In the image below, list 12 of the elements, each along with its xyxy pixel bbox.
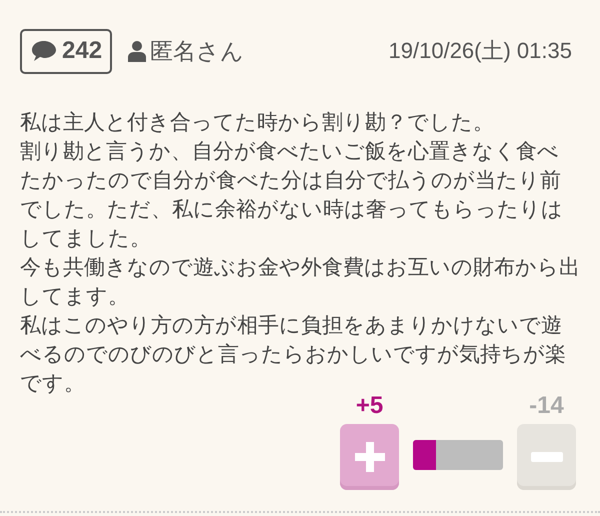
post-date: 19/10/26(土) 01:35 (388, 37, 572, 65)
comment-count-badge: 242 (20, 28, 112, 74)
plus-button[interactable] (340, 424, 399, 490)
comment-paragraph: 今も共働きなので遊ぶお金や外食費はお互いの財布から出してます。 (20, 255, 580, 310)
person-icon (128, 40, 146, 62)
comment-paragraph: 割り勘と言うか、自分が食べたいご飯を心置きなく食べたかったので自分が食べた分は自分で払うのが当たり前でした。ただ、私に余裕がない時は奢ってもらったりはしてました。 (20, 139, 564, 252)
author-name: 匿名さん (150, 36, 244, 66)
comment-paragraph: 私は主人と付き合ってた時から割り勘？でした。 (20, 110, 495, 136)
speech-bubble-icon (30, 39, 58, 63)
minus-button[interactable] (517, 424, 576, 490)
minus-icon (530, 452, 562, 462)
plus-icon (352, 440, 386, 474)
